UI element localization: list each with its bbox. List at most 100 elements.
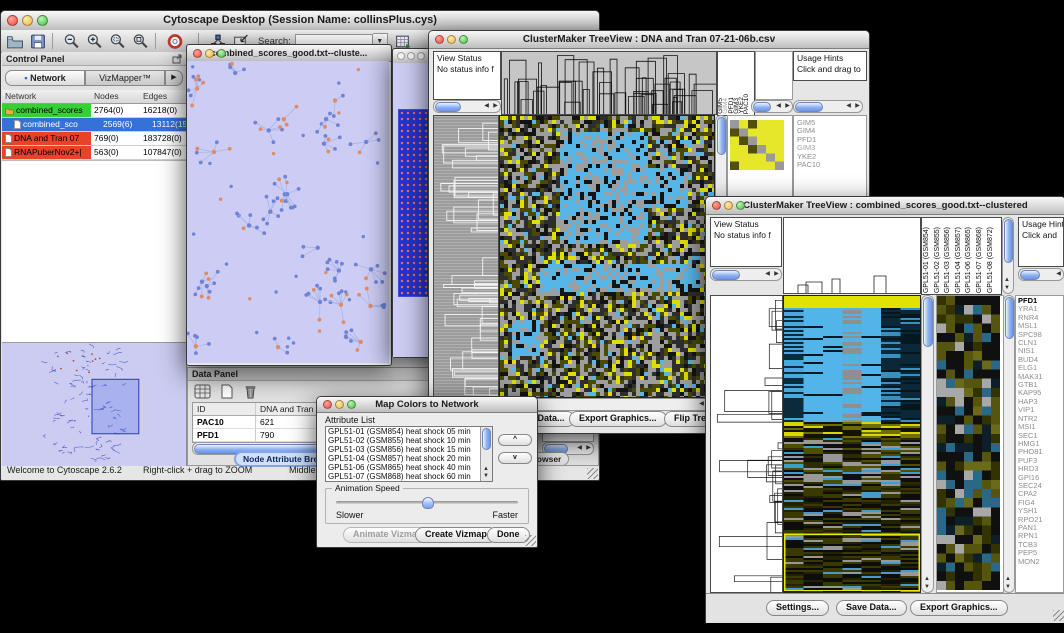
animation-slider-thumb[interactable] xyxy=(422,497,434,509)
zoom-hscrollbar[interactable]: ◀▶ xyxy=(751,100,793,113)
dialog-title-bar[interactable]: Map Colors to Network xyxy=(317,397,537,413)
help-icon[interactable] xyxy=(166,33,184,50)
col-label[interactable]: GPL51-04 (GSM857) xyxy=(954,227,965,293)
row-label[interactable]: MON2 xyxy=(1018,558,1061,566)
zoom-in-icon[interactable] xyxy=(86,33,104,50)
scroll-right-icon[interactable]: ▶ xyxy=(491,102,500,111)
treeview-button[interactable]: Save Data... xyxy=(836,600,907,616)
zoom-heatmap[interactable] xyxy=(730,120,784,170)
resize-grip[interactable] xyxy=(1053,610,1064,621)
birdseye-view[interactable] xyxy=(2,342,186,466)
zoom-window-icon[interactable] xyxy=(417,52,425,60)
scroll-right-icon[interactable]: ▶ xyxy=(853,102,862,111)
scroll-up-icon[interactable]: ▲ xyxy=(1004,277,1010,284)
zoom-heatmap[interactable] xyxy=(937,296,1000,590)
scroll-right-icon[interactable]: ▶ xyxy=(783,102,792,111)
table-row[interactable]: RNAPuberNov2+| 563(0) 107847(0) xyxy=(2,146,186,160)
main-title-bar[interactable]: Cytoscape Desktop (Session Name: collins… xyxy=(1,11,599,31)
resize-grip[interactable] xyxy=(587,468,598,479)
attribute-list-item[interactable]: GPL51-01 (GSM854) heat shock 05 min xyxy=(326,427,480,436)
minimize-icon[interactable] xyxy=(335,400,344,409)
col-label[interactable]: GPL51-02 (GSM855) xyxy=(933,227,944,293)
save-icon[interactable] xyxy=(29,33,47,50)
close-icon[interactable] xyxy=(397,52,405,60)
scroll-up-icon[interactable]: ▲ xyxy=(1005,576,1011,583)
scroll-right-icon[interactable]: ▶ xyxy=(772,270,781,279)
zoom-window-icon[interactable] xyxy=(347,400,356,409)
move-down-button[interactable]: v xyxy=(498,452,532,464)
new-attribute-icon[interactable] xyxy=(218,384,235,399)
network-view-title-bar[interactable]: combined_scores_good.txt--cluste... xyxy=(187,45,391,62)
attribute-grid-icon[interactable] xyxy=(194,384,211,399)
zoom-out-icon[interactable] xyxy=(63,33,81,50)
minimize-icon[interactable] xyxy=(22,15,33,26)
scroll-right-icon[interactable]: ▶ xyxy=(584,444,593,453)
close-icon[interactable] xyxy=(323,400,332,409)
col-label[interactable]: GPL51-03 (GSM856) xyxy=(943,227,954,293)
global-heatmap[interactable] xyxy=(783,295,921,593)
treeview-button[interactable]: Export Graphics... xyxy=(910,600,1008,616)
close-icon[interactable] xyxy=(7,15,18,26)
attribute-list-item[interactable]: GPL51-06 (GSM865) heat shock 40 min xyxy=(326,463,480,472)
move-up-button[interactable]: ^ xyxy=(498,434,532,446)
usage-hints-scrollbar[interactable]: ◀ xyxy=(1018,268,1064,281)
column-dendrogram[interactable] xyxy=(783,217,921,294)
col-label[interactable]: GPL51-06 (GSM865) xyxy=(964,227,975,293)
tab-overflow-icon[interactable]: ▶ xyxy=(165,70,183,86)
minimize-icon[interactable] xyxy=(724,201,733,210)
zoom-window-icon[interactable] xyxy=(217,49,226,58)
scroll-left-icon[interactable]: ◀ xyxy=(575,444,584,453)
row-label[interactable]: PAC10 xyxy=(797,161,861,169)
minimize-icon[interactable] xyxy=(447,35,456,44)
attribute-list-scrollbar[interactable]: ▲ ▼ xyxy=(480,427,492,481)
zoom-window-icon[interactable] xyxy=(459,35,468,44)
col-label[interactable]: GPL51-08 (GSM872) xyxy=(986,227,997,293)
treeview-button[interactable]: Settings... xyxy=(766,600,829,616)
close-icon[interactable] xyxy=(435,35,444,44)
tab-network[interactable]: ▪ Network xyxy=(5,70,85,86)
scroll-down-icon[interactable]: ▼ xyxy=(1004,285,1010,292)
zoom-selected-icon[interactable] xyxy=(109,33,127,50)
attribute-list-item[interactable]: GPL51-07 (GSM868) heat shock 60 min xyxy=(326,472,480,481)
global-heatmap[interactable] xyxy=(499,115,715,398)
column-dendrogram[interactable] xyxy=(501,51,717,115)
table-row[interactable]: combined_scores 2764(0) 16218(0) xyxy=(2,104,186,118)
create-vizmap-button[interactable]: Create Vizmap xyxy=(415,527,497,543)
float-panel-icon[interactable] xyxy=(172,54,182,64)
network-canvas[interactable] xyxy=(187,61,389,363)
scroll-up-icon[interactable]: ▲ xyxy=(924,576,930,583)
treeview2-title-bar[interactable]: ClusterMaker TreeView : combined_scores_… xyxy=(706,197,1064,215)
col-label[interactable]: GPL51-07 (GSM868) xyxy=(975,227,986,293)
scroll-left-icon[interactable]: ◀ xyxy=(763,270,772,279)
zoom-window-icon[interactable] xyxy=(37,15,48,26)
minimize-icon[interactable] xyxy=(205,49,214,58)
scroll-down-icon[interactable]: ▼ xyxy=(483,473,489,480)
treeview-button[interactable]: Export Graphics... xyxy=(569,411,667,427)
scroll-down-icon[interactable]: ▼ xyxy=(924,584,930,591)
close-icon[interactable] xyxy=(712,201,721,210)
scroll-left-icon[interactable]: ◀ xyxy=(482,102,491,111)
scroll-left-icon[interactable]: ◀ xyxy=(1054,270,1063,279)
treeview1-title-bar[interactable]: ClusterMaker TreeView : DNA and Tran 07-… xyxy=(429,31,869,49)
resize-grip[interactable] xyxy=(525,535,536,546)
scroll-up-icon[interactable]: ▲ xyxy=(483,466,489,473)
network-table-header[interactable]: Network Nodes Edges xyxy=(2,90,186,104)
export-table-icon[interactable] xyxy=(394,33,412,50)
col-labels-vscrollbar[interactable]: ▲ ▼ xyxy=(1002,217,1014,294)
scroll-left-icon[interactable]: ◀ xyxy=(844,102,853,111)
heatmap-vscrollbar[interactable]: ▲ ▼ xyxy=(921,295,934,593)
col-label[interactable]: PAC10 xyxy=(744,94,749,114)
tab-vizmapper[interactable]: VizMapper™ xyxy=(85,70,165,86)
delete-attribute-icon[interactable] xyxy=(242,384,259,399)
col-label[interactable]: GPL51-01 (GSM854) xyxy=(922,227,933,293)
scroll-down-icon[interactable]: ▼ xyxy=(1005,584,1011,591)
zoom-vscrollbar[interactable]: ▲ ▼ xyxy=(1003,295,1015,593)
zoom-window-icon[interactable] xyxy=(736,201,745,210)
done-button[interactable]: Done xyxy=(487,527,530,543)
open-file-icon[interactable] xyxy=(6,33,24,50)
view-status-scrollbar[interactable]: ◀▶ xyxy=(710,268,782,281)
table-row[interactable]: DNA and Tran 07 769(0) 183728(0) xyxy=(2,132,186,146)
attribute-list-item[interactable]: GPL51-03 (GSM856) heat shock 15 min xyxy=(326,445,480,454)
row-dendrogram[interactable] xyxy=(710,295,783,593)
scroll-left-icon[interactable]: ◀ xyxy=(774,102,783,111)
